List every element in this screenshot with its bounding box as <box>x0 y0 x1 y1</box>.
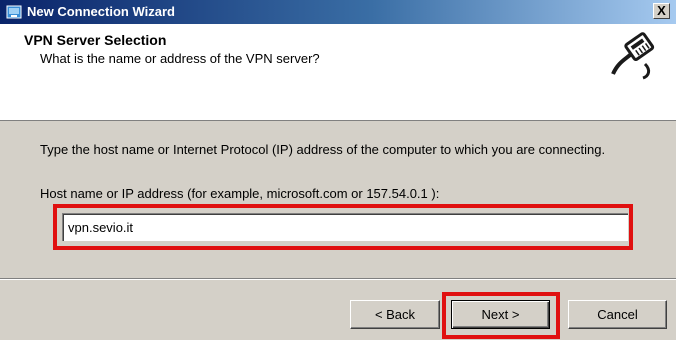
title-bar[interactable]: New Connection Wizard X <box>0 0 676 24</box>
wizard-window: New Connection Wizard X VPN Server Selec… <box>0 0 676 340</box>
back-button[interactable]: < Back <box>350 300 440 329</box>
page-subtitle: What is the name or address of the VPN s… <box>40 51 320 66</box>
network-connection-icon <box>6 5 22 19</box>
cancel-button[interactable]: Cancel <box>568 300 667 329</box>
next-button[interactable]: Next > <box>451 300 550 329</box>
footer-divider <box>0 278 676 280</box>
page-title: VPN Server Selection <box>24 32 167 48</box>
close-icon: X <box>657 3 666 18</box>
host-name-input[interactable] <box>62 213 628 241</box>
close-button[interactable]: X <box>653 3 670 19</box>
window-title: New Connection Wizard <box>27 4 175 19</box>
host-field-label: Host name or IP address (for example, mi… <box>40 186 440 201</box>
description-text: Type the host name or Internet Protocol … <box>40 142 606 157</box>
vpn-cable-icon <box>605 30 657 82</box>
